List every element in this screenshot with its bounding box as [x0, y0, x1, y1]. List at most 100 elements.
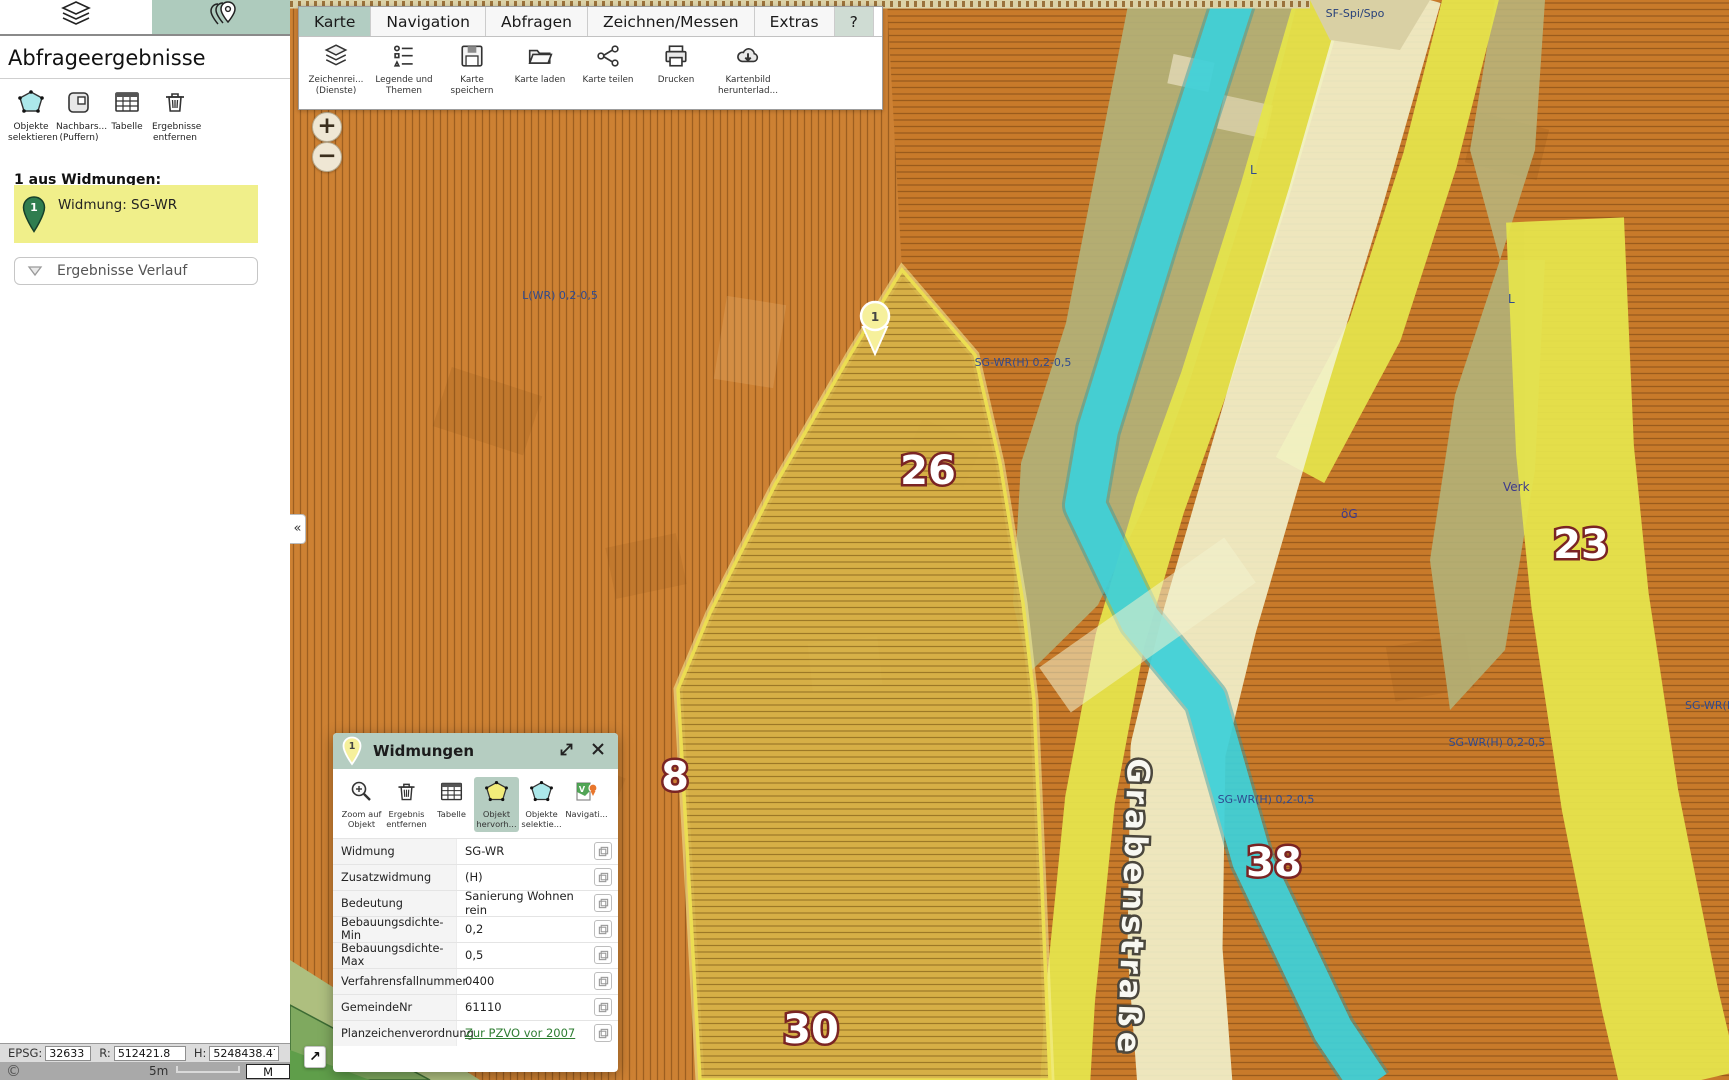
table-button[interactable]: Tabelle [104, 89, 150, 144]
result-item-label: Widmung: SG-WR [58, 197, 177, 213]
save-map-button[interactable]: Karte speichern [441, 43, 503, 97]
results-history-accordion[interactable]: Ergebnisse Verlauf [14, 257, 258, 285]
svg-text:SG-WR(H) 0,2-0,5: SG-WR(H) 0,2-0,5 [1449, 736, 1546, 749]
select-polygon-icon [529, 779, 554, 804]
table-row: Bebauungsdichte-Max 0,5 [333, 942, 618, 968]
copy-icon[interactable] [594, 946, 612, 964]
copy-icon[interactable] [594, 998, 612, 1016]
svg-text:SG-WR(H) 0,2-0,5: SG-WR(H) 0,2-0,5 [975, 356, 1072, 369]
dialog-header[interactable]: 1 Widmungen [333, 733, 618, 769]
legend-button[interactable]: Legende und Themen [373, 43, 435, 97]
table-row: Zusatzwidmung (H) [333, 864, 618, 890]
svg-text:38: 38 [1246, 840, 1302, 886]
epsg-label: EPSG: [8, 1046, 42, 1060]
cloud-download-icon [735, 43, 761, 69]
copy-icon[interactable] [594, 894, 612, 912]
buffer-button[interactable]: Nachbars... (Puffern) [56, 89, 102, 144]
map-toolbar-panel: Karte Navigation Abfragen Zeichnen/Messe… [298, 6, 883, 110]
highlight-polygon-icon [484, 779, 509, 804]
h-coordinate-input[interactable] [209, 1046, 279, 1061]
navigation-map-icon: V [574, 779, 599, 804]
scalebar-label: 5m [149, 1064, 168, 1078]
copy-icon[interactable] [594, 842, 612, 860]
epsg-input[interactable] [45, 1046, 91, 1061]
copy-icon[interactable] [594, 868, 612, 886]
copy-icon[interactable] [594, 920, 612, 938]
zoom-in-button[interactable]: + [312, 112, 342, 142]
dialog-close-icon[interactable] [586, 741, 610, 761]
sidebar-results-panel: Abfrageergebnisse Objekte selektieren Na… [0, 0, 290, 1043]
table-row: Verfahrensfallnummer 0400 [333, 968, 618, 994]
scale-statusbar: © 5m M 1:250 [0, 1062, 290, 1080]
coordinate-statusbar: EPSG: R: H: [0, 1043, 290, 1062]
table-row: Bedeutung Sanierung Wohnen rein [333, 890, 618, 916]
tab-abfragen[interactable]: Abfragen [486, 7, 588, 36]
services-button[interactable]: Zeichenrei... (Dienste) [305, 43, 367, 97]
dialog-toolbar: Zoom auf Objekt Ergebnis entfernen [333, 769, 618, 834]
copyright-icon[interactable]: © [6, 1062, 21, 1080]
copy-icon[interactable] [594, 972, 612, 990]
download-map-image-button[interactable]: Kartenbild herunterlad... [713, 43, 783, 97]
layers-icon [59, 0, 93, 34]
pzvo-link[interactable]: Zur PZVO vor 2007 [457, 1026, 594, 1040]
toolbar-tabbar: Karte Navigation Abfragen Zeichnen/Messe… [299, 7, 882, 37]
load-map-button[interactable]: Karte laden [509, 43, 571, 97]
r-coordinate-input[interactable] [114, 1046, 186, 1061]
result-item-widmung[interactable]: 1 Widmung: SG-WR [14, 185, 258, 243]
sidebar-tabbar [0, 0, 290, 36]
printer-icon [663, 43, 689, 69]
table-button[interactable]: Tabelle [429, 777, 474, 832]
svg-text:30: 30 [783, 1007, 839, 1053]
table-row: Bebauungsdichte-Min 0,2 [333, 916, 618, 942]
results-toolbar: Objekte selektieren Nachbars... (Puffern… [0, 79, 290, 148]
zoom-object-icon [349, 779, 374, 804]
share-map-button[interactable]: Karte teilen [577, 43, 639, 97]
tab-help[interactable]: ? [835, 7, 874, 36]
scalebar-line [176, 1066, 240, 1073]
attribute-table: Widmung SG-WR Zusatzwidmung (H) Bedeutun… [333, 838, 618, 1046]
copy-icon[interactable] [594, 1024, 612, 1042]
save-icon [459, 43, 485, 69]
tab-extras[interactable]: Extras [755, 7, 835, 36]
svg-text:V: V [579, 785, 586, 794]
gis-application: Abfrageergebnisse Objekte selektieren Na… [0, 0, 1729, 1080]
svg-text:L: L [1508, 292, 1515, 306]
print-button[interactable]: Drucken [645, 43, 707, 97]
remove-results-button[interactable]: Ergebnisse entfernen [152, 89, 198, 144]
remove-result-button[interactable]: Ergebnis entfernen [384, 777, 429, 832]
dialog-expand-icon[interactable] [554, 741, 578, 762]
table-icon [439, 779, 464, 804]
svg-text:L: L [1250, 163, 1257, 177]
sidebar-collapse-handle[interactable]: « [290, 514, 306, 544]
map-viewport[interactable]: L(WR) 0,2-0,5 SG-WR(H) 0,2-0,5 SG-WR(H) … [290, 0, 1729, 1080]
map-scale-value[interactable]: M 1:250 [246, 1064, 290, 1079]
pan-arrow-button[interactable]: ↗ [304, 1046, 326, 1068]
svg-text:SG-WR(H) 0,2-0,5: SG-WR(H) 0,2-0,5 [1218, 793, 1315, 806]
svg-text:1: 1 [349, 741, 356, 752]
svg-text:26: 26 [900, 448, 956, 494]
svg-text:1: 1 [871, 310, 879, 324]
svg-text:L(WR) 0,2-0,5: L(WR) 0,2-0,5 [522, 289, 598, 302]
svg-text:8: 8 [661, 754, 689, 800]
h-label: H: [194, 1046, 207, 1060]
svg-text:SG-WR(H) 0,2-0,5: SG-WR(H) 0,2-0,5 [1685, 699, 1729, 712]
map-pins-icon [203, 0, 239, 34]
result-count-header: 1 aus Widmungen: [0, 148, 290, 188]
select-objects-button[interactable]: Objekte selektie... [519, 777, 564, 832]
select-objects-button[interactable]: Objekte selektieren [8, 89, 54, 144]
r-label: R: [99, 1046, 111, 1060]
panel-title: Abfrageergebnisse [0, 36, 290, 79]
svg-text:SF-Spi/Spo: SF-Spi/Spo [1326, 7, 1385, 20]
widmungen-dialog: 1 Widmungen [333, 733, 618, 1072]
tab-query-results[interactable] [152, 0, 290, 34]
tab-navigation[interactable]: Navigation [371, 7, 486, 36]
share-icon [595, 43, 621, 69]
highlight-object-button[interactable]: Objekt hervorh... [474, 777, 519, 832]
zoom-to-object-button[interactable]: Zoom auf Objekt [339, 777, 384, 832]
tab-karte[interactable]: Karte [299, 7, 371, 36]
navigate-button[interactable]: V Navigati... [564, 777, 609, 832]
zoom-out-button[interactable]: − [312, 142, 342, 172]
table-row: Widmung SG-WR [333, 838, 618, 864]
tab-layers[interactable] [0, 0, 152, 34]
tab-zeichnen-messen[interactable]: Zeichnen/Messen [588, 7, 755, 36]
